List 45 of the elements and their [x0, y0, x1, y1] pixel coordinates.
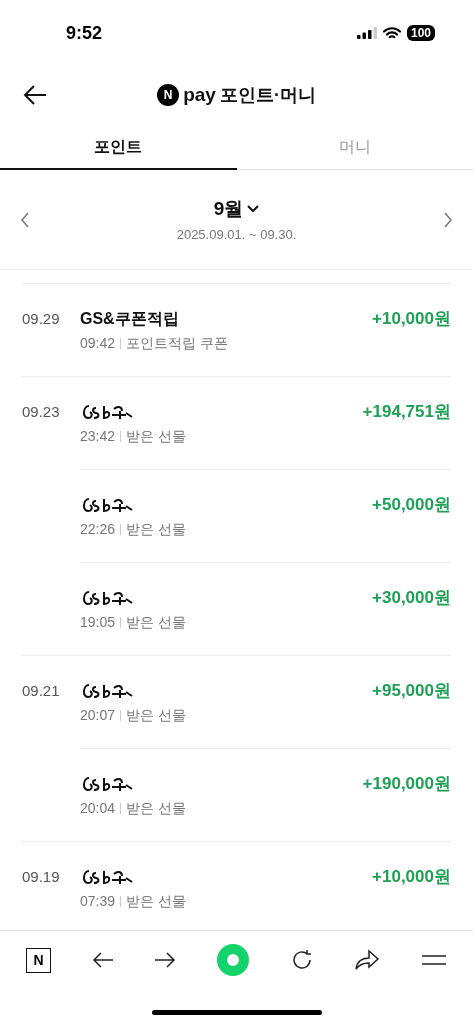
transaction-type: 받은 선물: [126, 613, 186, 632]
signal-icon: [356, 27, 377, 39]
previous-month-icon[interactable]: [20, 211, 30, 228]
time-label: 09:42: [80, 334, 116, 353]
date-label: 09.21: [22, 681, 61, 701]
amount-label: +50,000원: [372, 494, 451, 516]
chevron-down-icon: [247, 204, 260, 213]
page-title: 포인트·머니: [219, 83, 316, 107]
transaction-type: 받은 선물: [126, 427, 186, 446]
date-label: 09.23: [22, 402, 61, 422]
tab[interactable]: 포인트: [0, 126, 237, 170]
time-label: 23:42: [80, 427, 116, 446]
amount-label: +30,000원: [372, 587, 451, 609]
date-label: 09.19: [22, 867, 61, 887]
status-time: 9:52: [66, 21, 103, 45]
transaction-type: 받은 선물: [126, 892, 186, 911]
amount-label: +194,751원: [362, 401, 451, 423]
month-dropdown[interactable]: 9월: [213, 194, 260, 223]
menu-icon[interactable]: [420, 953, 447, 967]
transaction-type: 받은 선물: [126, 706, 186, 725]
transaction-type: 받은 선물: [126, 520, 186, 539]
back-arrow-icon[interactable]: [91, 951, 114, 969]
amount-label: +10,000원: [372, 308, 451, 330]
logo-word: pay: [183, 82, 216, 107]
next-month-icon[interactable]: [443, 211, 453, 228]
home-button[interactable]: N: [26, 947, 51, 973]
time-label: 07:39: [80, 892, 116, 911]
amount-label: +95,000원: [372, 680, 451, 702]
merchant-name: GS&쿠폰적립: [80, 309, 179, 329]
time-label: 20:04: [80, 799, 116, 818]
time-label: 22:26: [80, 520, 116, 539]
time-label: 19:05: [80, 613, 116, 632]
amount-label: +10,000원: [372, 866, 451, 888]
date-label: 09.29: [22, 309, 61, 329]
battery-indicator: 100: [406, 25, 435, 41]
time-label: 20:07: [80, 706, 116, 725]
amount-label: +190,000원: [362, 773, 451, 795]
logo-badge: N: [157, 84, 180, 106]
date-range: 2025.09.01. ~ 09.30.: [176, 226, 297, 244]
share-icon[interactable]: [354, 949, 381, 971]
transaction-type: 받은 선물: [126, 799, 186, 818]
transaction-type: 포인트적립 쿠폰: [126, 334, 228, 353]
forward-arrow-icon[interactable]: [154, 951, 177, 969]
wifi-icon: [382, 26, 401, 40]
back-arrow-icon: [23, 85, 47, 105]
